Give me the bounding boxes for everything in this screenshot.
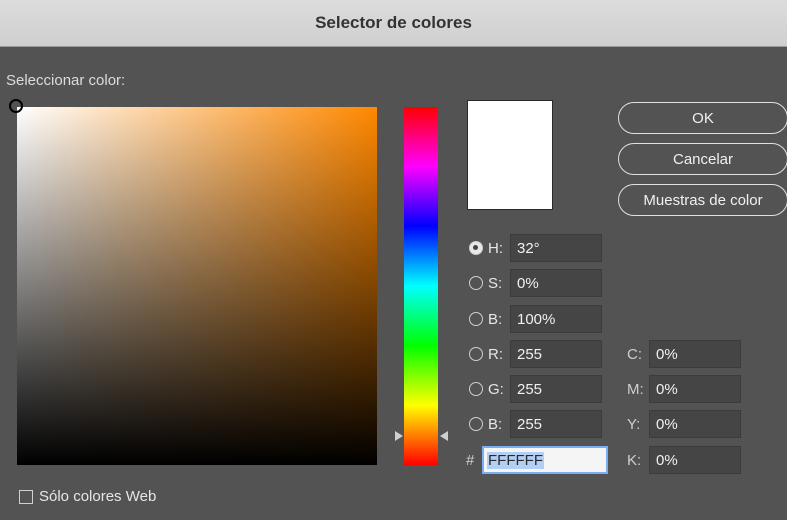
saturation-brightness-field[interactable] [9, 99, 377, 465]
red-input[interactable]: 255 [510, 340, 602, 368]
saturation-input[interactable]: 0% [510, 269, 602, 297]
web-colors-only-label: Sólo colores Web [39, 488, 157, 505]
hue-row: H: 32° [469, 234, 602, 262]
brightness-row: B: 100% [469, 305, 602, 333]
hex-input[interactable]: FFFFFF [482, 446, 608, 474]
black-label: K: [627, 451, 642, 469]
saturation-radio[interactable] [469, 276, 483, 290]
red-label: R: [488, 345, 503, 363]
brightness-radio[interactable] [469, 312, 483, 326]
current-color-swatch [467, 100, 553, 210]
saturation-label: S: [488, 274, 503, 292]
black-input[interactable]: 0% [649, 446, 741, 474]
magenta-label: M: [627, 380, 644, 398]
black-row: K: 0% [627, 446, 741, 474]
cyan-input[interactable]: 0% [649, 340, 741, 368]
color-picker-marker[interactable] [9, 99, 23, 113]
cancel-button[interactable]: Cancelar [618, 143, 787, 175]
hex-value-selected: FFFFFF [487, 451, 544, 469]
yellow-label: Y: [627, 415, 641, 433]
green-row: G: 255 [469, 375, 602, 403]
saturation-row: S: 0% [469, 269, 602, 297]
hex-label: # [466, 451, 475, 469]
hue-slider[interactable] [404, 107, 438, 465]
yellow-input[interactable]: 0% [649, 410, 741, 438]
red-row: R: 255 [469, 340, 602, 368]
blue-radio[interactable] [469, 417, 483, 431]
color-swatches-button[interactable]: Muestras de color [618, 184, 787, 216]
web-colors-only-option[interactable]: Sólo colores Web [19, 488, 156, 505]
green-input[interactable]: 255 [510, 375, 602, 403]
window-titlebar: Selector de colores [0, 0, 787, 47]
cyan-label: C: [627, 345, 642, 363]
hex-row: # FFFFFF [466, 446, 608, 474]
brightness-label: B: [488, 310, 503, 328]
red-radio[interactable] [469, 347, 483, 361]
select-color-label: Seleccionar color: [6, 72, 126, 89]
ok-button[interactable]: OK [618, 102, 787, 134]
magenta-row: M: 0% [627, 375, 741, 403]
blue-input[interactable]: 255 [510, 410, 602, 438]
yellow-row: Y: 0% [627, 410, 741, 438]
brightness-input[interactable]: 100% [510, 305, 602, 333]
hue-slider-right-arrow-icon[interactable] [440, 431, 448, 441]
web-colors-only-checkbox[interactable] [19, 489, 33, 504]
magenta-input[interactable]: 0% [649, 375, 741, 403]
cyan-row: C: 0% [627, 340, 741, 368]
hue-radio[interactable] [469, 241, 483, 255]
hue-label: H: [488, 239, 503, 257]
blue-row: B: 255 [469, 410, 602, 438]
window-title: Selector de colores [315, 13, 472, 32]
green-label: G: [488, 380, 504, 398]
green-radio[interactable] [469, 382, 483, 396]
hue-input[interactable]: 32° [510, 234, 602, 262]
hue-slider-left-arrow-icon[interactable] [395, 431, 403, 441]
blue-label: B: [488, 415, 503, 433]
